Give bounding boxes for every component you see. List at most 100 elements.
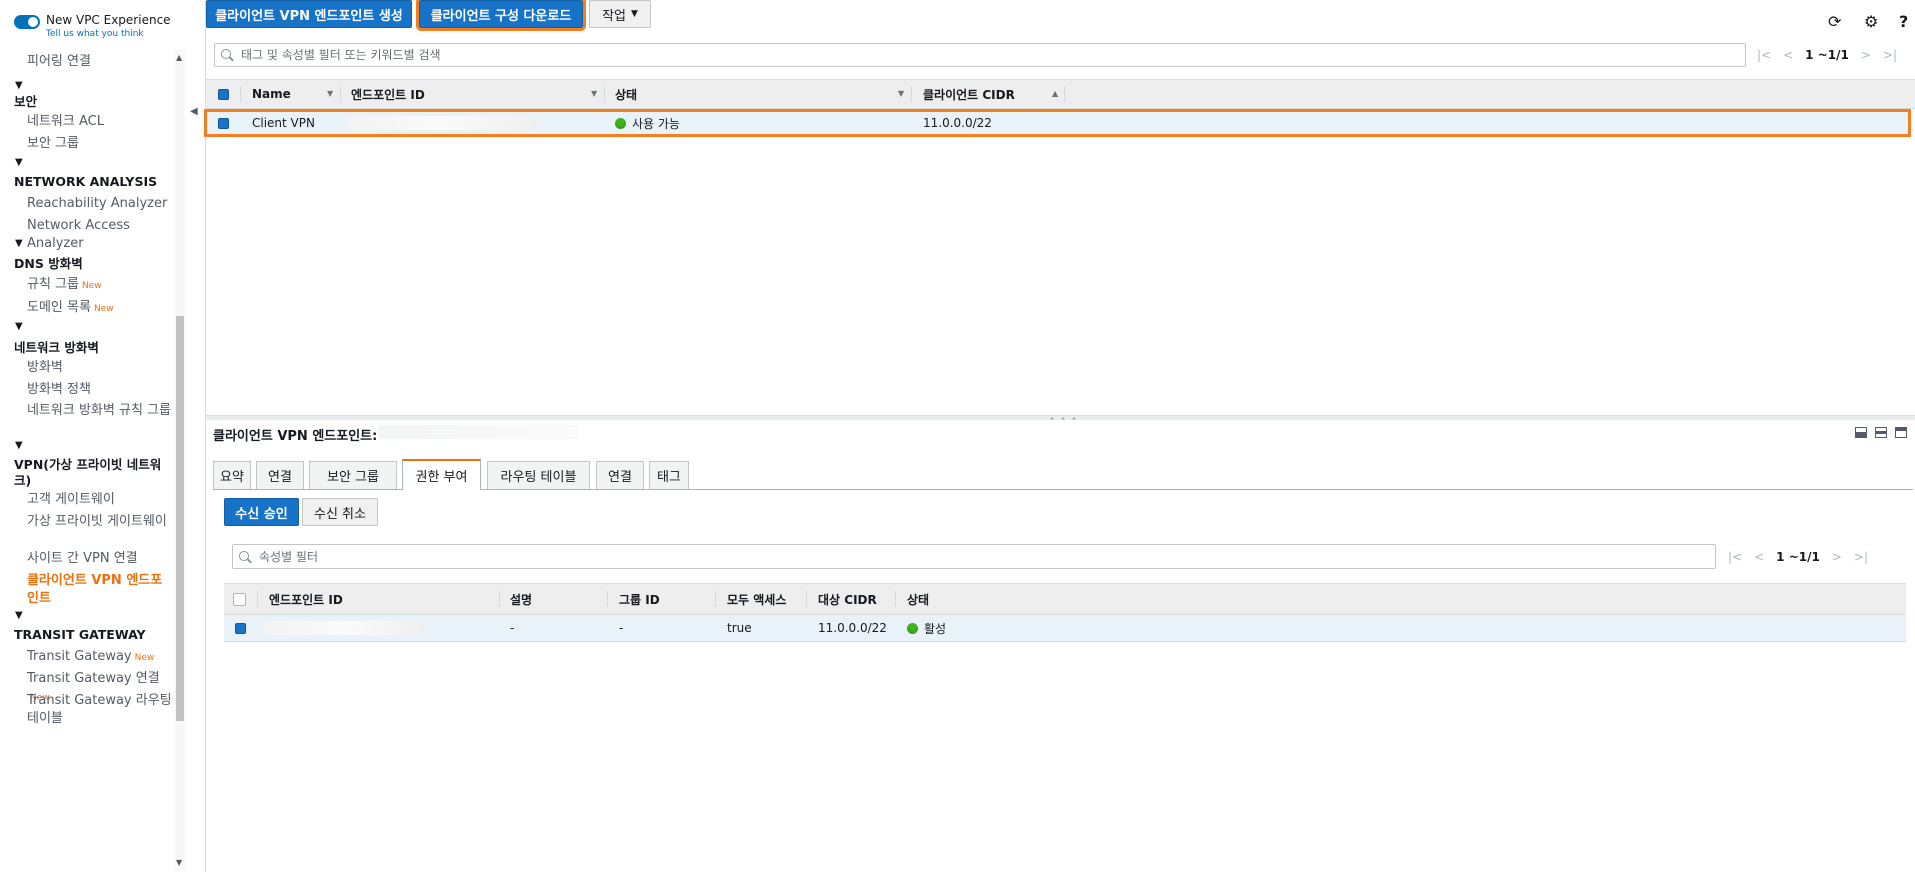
tab-tags[interactable]: 태그: [649, 461, 689, 489]
sidebar-item-label: Network Access Analyzer: [27, 218, 130, 251]
row-name: Client VPN: [252, 116, 315, 130]
select-all-checkbox[interactable]: [233, 584, 246, 614]
create-client-vpn-endpoint-button[interactable]: 클라이언트 VPN 엔드포인트 생성: [206, 0, 412, 28]
new-badge: New: [81, 281, 102, 291]
column-header-endpoint-id[interactable]: 엔드포인트 ID: [351, 80, 425, 108]
tab-security-groups[interactable]: 보안 그룹: [309, 461, 397, 489]
column-header-status[interactable]: 상태: [615, 80, 637, 108]
search-icon: [239, 550, 251, 563]
row-status: 활성: [907, 615, 946, 641]
column-header-destination-cidr[interactable]: 대상 CIDR: [818, 584, 877, 614]
sidebar-item[interactable]: 방화벽 정책: [27, 381, 172, 399]
detail-filter-input[interactable]: [257, 548, 1715, 565]
section-collapse-caret-icon[interactable]: ▼: [15, 610, 23, 621]
section-collapse-caret-icon[interactable]: ▼: [15, 157, 23, 168]
first-page-icon[interactable]: |<: [1757, 48, 1771, 62]
main-content: 클라이언트 VPN 엔드포인트 생성 클라이언트 구성 다운로드 작업 ▼ ⟳ …: [204, 0, 1915, 872]
last-page-icon[interactable]: >|: [1883, 48, 1897, 62]
gear-icon[interactable]: ⚙: [1864, 12, 1878, 31]
help-icon[interactable]: ?: [1899, 12, 1908, 31]
sidebar-item[interactable]: 네트워크 ACL: [27, 113, 172, 131]
table-row[interactable]: cvpn-endpoint-0 - - true 11.0.0.0/22 활성: [224, 615, 1906, 642]
sidebar-item-label: 가상 프라이빗 게이트웨이: [27, 514, 167, 529]
table-row[interactable]: Client VPN cvpn-endpoint-0 사용 가능 11.0.0.…: [204, 109, 1911, 137]
row-group-id: -: [619, 621, 624, 635]
sidebar-item-label: 규칙 그룹: [27, 277, 79, 292]
sidebar-item[interactable]: 가상 프라이빗 게이트웨이: [27, 513, 172, 531]
status-active-icon: [907, 622, 918, 634]
splitter-grip-icon[interactable]: • • •: [1049, 414, 1078, 425]
sidebar-item[interactable]: 클라이언트 VPN 엔드포인트: [27, 572, 172, 608]
split-panel-icon[interactable]: [1875, 427, 1887, 438]
section-collapse-caret-icon[interactable]: ▼: [15, 238, 23, 249]
sidebar-item-label: 방화벽 정책: [27, 382, 91, 397]
sidebar-item-label: 고객 게이트웨이: [27, 492, 115, 507]
table-header: Name ▼ 엔드포인트 ID ▼ 상태 ▼ 클라이언트 CIDR ▲: [206, 80, 1915, 109]
sidebar-item[interactable]: Reachability Analyzer: [27, 195, 172, 213]
minimize-panel-icon[interactable]: [1895, 427, 1907, 438]
refresh-icon[interactable]: ⟳: [1828, 12, 1841, 31]
first-page-icon[interactable]: |<: [1728, 550, 1742, 564]
last-page-icon[interactable]: >|: [1854, 550, 1868, 564]
sort-icon[interactable]: ▼: [591, 89, 597, 98]
authorize-ingress-button[interactable]: 수신 승인: [224, 498, 299, 526]
prev-page-icon[interactable]: <: [1754, 550, 1764, 564]
revoke-ingress-button[interactable]: 수신 취소: [302, 498, 378, 526]
section-collapse-caret-icon[interactable]: ▼: [15, 321, 23, 332]
detail-pagination: |< < 1 ~1/1 > >|: [1722, 550, 1874, 564]
prev-page-icon[interactable]: <: [1783, 48, 1793, 62]
maximize-panel-icon[interactable]: [1855, 427, 1867, 438]
sidebar-item[interactable]: Transit Gateway 라우팅 테이블: [27, 692, 172, 728]
tab-route-table[interactable]: 라우팅 테이블: [487, 461, 590, 489]
tab-connections[interactable]: 연결: [596, 461, 644, 489]
tab-summary[interactable]: 요약: [213, 461, 251, 489]
column-header-endpoint-id[interactable]: 엔드포인트 ID: [269, 584, 343, 614]
search-input[interactable]: [239, 47, 1745, 63]
column-header-status[interactable]: 상태: [907, 584, 929, 614]
row-checkbox[interactable]: [218, 111, 229, 135]
sidebar-section-heading: 보안: [14, 94, 38, 109]
select-all-checkbox[interactable]: [218, 80, 229, 108]
sidebar-item[interactable]: 사이트 간 VPN 연결: [27, 550, 172, 568]
sort-icon[interactable]: ▼: [327, 89, 333, 98]
section-collapse-caret-icon[interactable]: ▼: [15, 80, 23, 91]
column-header-description[interactable]: 설명: [510, 584, 532, 614]
search-bar[interactable]: [214, 43, 1746, 67]
section-collapse-caret-icon[interactable]: ▼: [15, 440, 23, 451]
column-header-all-access[interactable]: 모두 액세스: [727, 584, 786, 614]
detail-filter-bar[interactable]: [232, 544, 1716, 569]
toggle-switch[interactable]: [14, 15, 40, 29]
scroll-down-arrow-icon[interactable]: ▼: [176, 858, 182, 867]
row-destination-cidr: 11.0.0.0/22: [818, 621, 887, 635]
row-checkbox[interactable]: [235, 615, 246, 641]
sidebar-item[interactable]: Transit Gateway New: [27, 648, 172, 667]
next-page-icon[interactable]: >: [1832, 550, 1842, 564]
sidebar-item[interactable]: 도메인 목록 New: [27, 299, 172, 318]
sidebar-item[interactable]: Network Access Analyzer: [27, 217, 172, 253]
sidebar-item[interactable]: 네트워크 방화벽 규칙 그룹: [27, 402, 172, 420]
sidebar-item[interactable]: 보안 그룹: [27, 135, 172, 153]
detail-endpoint-id: cvpn-endpoint-0: [378, 425, 578, 439]
feedback-link[interactable]: Tell us what you think: [46, 28, 171, 41]
collapse-sidebar-icon[interactable]: ◀: [190, 106, 204, 126]
sidebar-item[interactable]: 방화벽: [27, 359, 172, 377]
new-badge: New: [134, 653, 155, 663]
chevron-down-icon: ▼: [631, 9, 638, 19]
column-header-group-id[interactable]: 그룹 ID: [619, 584, 660, 614]
sidebar-item[interactable]: 피어링 연결: [27, 53, 172, 71]
tab-authorization[interactable]: 권한 부여: [402, 459, 481, 490]
sidebar-item[interactable]: 규칙 그룹 New: [27, 276, 172, 295]
tab-associations[interactable]: 연결: [256, 461, 304, 489]
next-page-icon[interactable]: >: [1861, 48, 1871, 62]
sort-ascending-icon[interactable]: ▲: [1052, 89, 1058, 98]
sidebar-item-label: 방화벽: [27, 360, 63, 375]
sidebar-item[interactable]: 고객 게이트웨이: [27, 491, 172, 509]
column-header-name[interactable]: Name: [252, 80, 291, 108]
download-client-configuration-button[interactable]: 클라이언트 구성 다운로드: [416, 0, 586, 31]
scroll-up-arrow-icon[interactable]: ▲: [176, 53, 182, 62]
new-vpc-experience-toggle[interactable]: New VPC Experience Tell us what you thin…: [14, 14, 171, 41]
sidebar-scrollbar-thumb[interactable]: [176, 316, 184, 721]
actions-dropdown-button[interactable]: 작업 ▼: [589, 0, 651, 28]
column-header-client-cidr[interactable]: 클라이언트 CIDR: [923, 80, 1015, 108]
sort-icon[interactable]: ▼: [898, 89, 904, 98]
